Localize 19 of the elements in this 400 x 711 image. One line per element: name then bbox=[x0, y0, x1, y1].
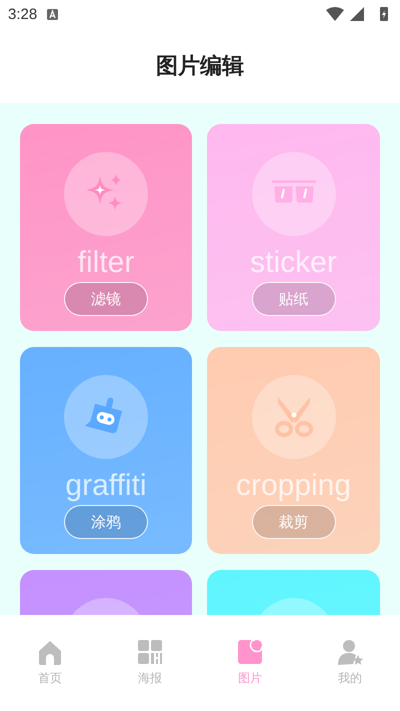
page-title: 图片编辑 bbox=[156, 52, 244, 80]
picture-icon bbox=[236, 639, 264, 666]
card-button[interactable]: 裁剪 bbox=[252, 505, 336, 539]
nav-tab[interactable]: 图片 bbox=[200, 639, 300, 711]
home-icon bbox=[36, 639, 64, 666]
notification-icon bbox=[47, 8, 58, 20]
status-time: 3:28 bbox=[8, 6, 38, 22]
nav-tab[interactable]: 海报 bbox=[100, 639, 200, 711]
feature-card[interactable]: graffiti 涂鸦 bbox=[20, 347, 192, 554]
card-button[interactable]: 涂鸦 bbox=[64, 505, 148, 539]
card-button[interactable]: 滤镜 bbox=[64, 282, 148, 316]
nav-tab[interactable]: 我的 bbox=[300, 639, 400, 711]
grid-icon bbox=[136, 639, 164, 666]
card-word: graffiti bbox=[65, 471, 147, 501]
card-button[interactable]: 贴纸 bbox=[252, 282, 336, 316]
card-word: filter bbox=[78, 248, 134, 278]
feature-card[interactable]: filter 滤镜 bbox=[20, 124, 192, 331]
nav-tab[interactable]: 首页 bbox=[0, 639, 100, 711]
person-icon bbox=[336, 639, 364, 666]
